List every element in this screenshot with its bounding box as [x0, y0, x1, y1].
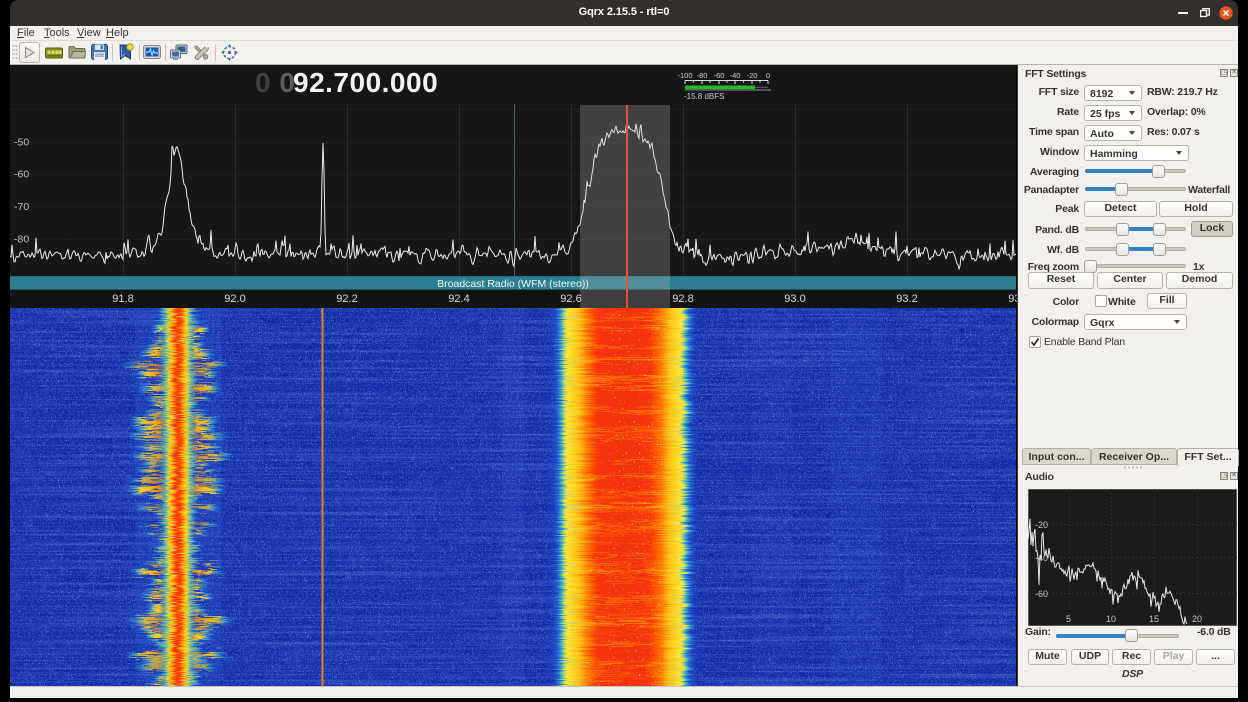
svg-text:-60: -60	[714, 71, 725, 80]
svg-text:-15.8 dBFS: -15.8 dBFS	[684, 92, 724, 101]
svg-text:20: 20	[1192, 614, 1202, 624]
svg-text:-100: -100	[677, 71, 692, 80]
svg-text:-20: -20	[747, 71, 758, 80]
svg-text:-50: -50	[14, 137, 29, 149]
svg-text:-80: -80	[697, 71, 708, 80]
svg-text:15: 15	[1149, 614, 1159, 624]
svg-text:-40: -40	[730, 71, 741, 80]
svg-text:-60: -60	[1035, 589, 1048, 599]
svg-text:-70: -70	[14, 201, 29, 213]
svg-text:-80: -80	[14, 234, 29, 246]
svg-text:5: 5	[1066, 614, 1071, 624]
svg-text:0: 0	[766, 71, 770, 80]
svg-text:-60: -60	[14, 169, 29, 181]
svg-text:-20: -20	[1035, 520, 1048, 530]
svg-text:10: 10	[1106, 614, 1116, 624]
